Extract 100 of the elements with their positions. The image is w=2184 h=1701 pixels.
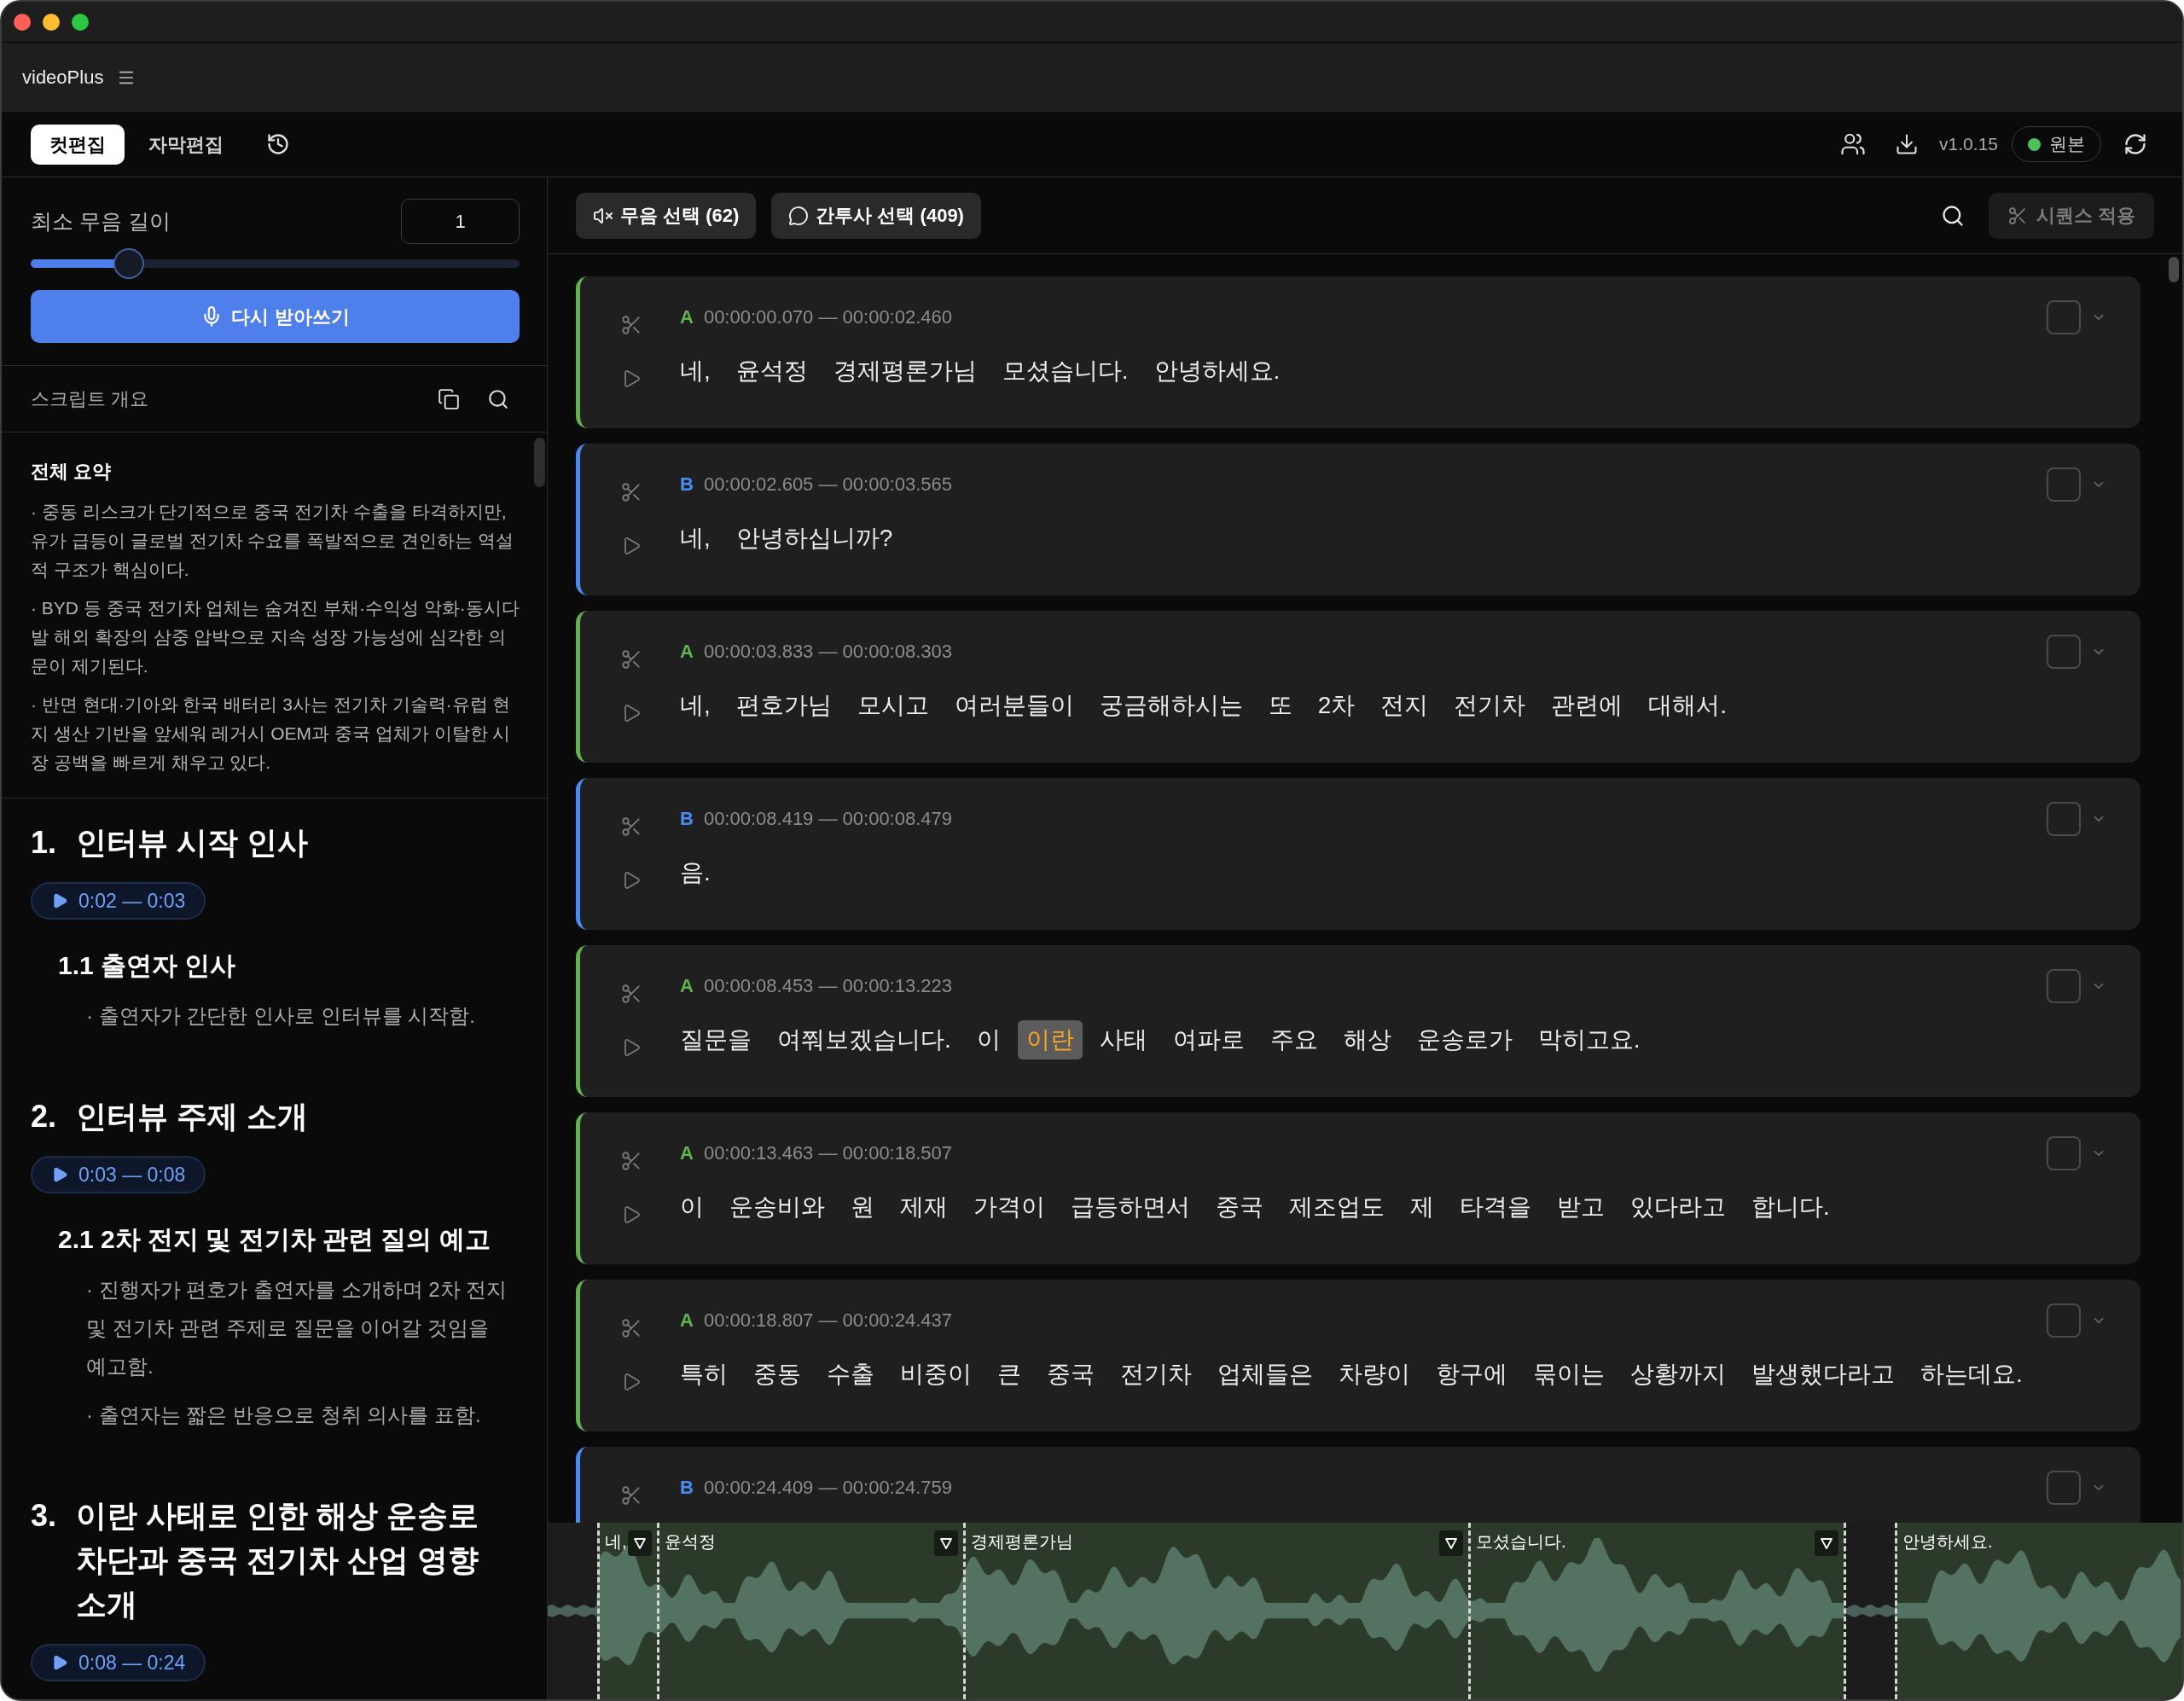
transcript-word[interactable]: 네,	[671, 686, 719, 725]
transcript-word[interactable]: 2차	[1309, 686, 1364, 725]
tab[interactable]: 컷편집	[31, 124, 125, 165]
transcript-word[interactable]: 수출	[818, 1355, 883, 1394]
transcript-word[interactable]: 모셨습니다.	[993, 351, 1137, 391]
row-checkbox[interactable]	[2047, 802, 2081, 836]
tab[interactable]: 자막편집	[130, 124, 242, 165]
scissors-icon[interactable]	[620, 648, 642, 671]
transcript-card[interactable]: B 00:00:08.419 — 00:00:08.479 음.	[576, 778, 2140, 930]
slider-thumb[interactable]	[113, 248, 144, 279]
transcript-card[interactable]: A 00:00:18.807 — 00:00:24.437 특히 중동 수출 비중이 큰 중국 전기차 업체들은 차량이 항구에 묶이는 상황까지 발생했다라고 하는데요.	[576, 1280, 2140, 1431]
transcript-word[interactable]: 묶이는	[1525, 1355, 1613, 1394]
transcript-word[interactable]: 비중이	[892, 1355, 980, 1394]
transcript-word[interactable]: 이	[671, 1187, 712, 1227]
transcript-card[interactable]: B 00:00:02.605 — 00:00:03.565 네, 안녕하십니까?	[576, 444, 2140, 595]
transcript-word[interactable]: 전지	[1372, 686, 1438, 725]
scissors-icon[interactable]	[620, 1317, 642, 1339]
transcript-card[interactable]: B 00:00:24.409 — 00:00:24.759	[576, 1447, 2140, 1523]
transcript-word[interactable]: 궁금해하시는	[1090, 686, 1252, 725]
transcript-card[interactable]: A 00:00:03.833 — 00:00:08.303 네, 편호가님 모시고 여러분들이 궁금해하시는 또 2차 전지 전기차 관련에 대해서.	[576, 611, 2140, 763]
transcript-word[interactable]: 업체들은	[1209, 1355, 1321, 1394]
transcript-word[interactable]: 발생했다라고	[1743, 1355, 1903, 1394]
speech-segment[interactable]	[597, 1523, 657, 1699]
transcript-card[interactable]: A 00:00:00.070 — 00:00:02.460 네, 윤석정 경제평론가님 모셨습니다. 안녕하세요.	[576, 276, 2140, 428]
triangle-down-icon[interactable]	[1815, 1530, 1838, 1556]
transcript-word[interactable]: 합니다.	[1743, 1187, 1838, 1227]
transcript-word[interactable]: 네,	[671, 519, 719, 558]
scissors-icon[interactable]	[620, 314, 642, 336]
transcript-word[interactable]: 편호가님	[727, 686, 840, 725]
download-icon[interactable]	[1895, 132, 1920, 156]
window-close-button[interactable]	[14, 13, 31, 31]
transcript-word[interactable]: 큰	[989, 1355, 1030, 1394]
transcript-word[interactable]: 윤석정	[727, 351, 816, 391]
filter-button[interactable]: 간투사 선택 (409)	[771, 192, 981, 239]
copy-icon[interactable]	[438, 387, 460, 410]
transcript-word[interactable]: 여파로	[1164, 1020, 1253, 1059]
refresh-icon[interactable]	[2123, 132, 2147, 156]
transcript-word[interactable]: 전기차	[1112, 1355, 1200, 1394]
transcript-word[interactable]: 운송로가	[1408, 1020, 1521, 1059]
transcript-word[interactable]: 음.	[671, 853, 719, 892]
row-checkbox[interactable]	[2047, 1303, 2081, 1338]
silence-segment[interactable]	[1844, 1523, 1895, 1699]
row-checkbox[interactable]	[2047, 467, 2081, 502]
silence-length-slider[interactable]	[31, 248, 520, 279]
transcript-word[interactable]: 차량이	[1330, 1355, 1419, 1394]
transcript-word[interactable]: 이	[967, 1020, 1009, 1059]
transcript-word[interactable]: 여러분들이	[945, 686, 1083, 725]
transcript-word[interactable]: 또	[1259, 686, 1301, 725]
transcript-word[interactable]: 제재	[892, 1187, 956, 1227]
scrollbar-thumb[interactable]	[2169, 257, 2179, 282]
scissors-icon[interactable]	[620, 1484, 642, 1507]
transcript-word[interactable]: 대해서.	[1640, 686, 1736, 725]
transcript-word[interactable]: 있다라고	[1622, 1187, 1734, 1227]
transcript-word[interactable]: 주요	[1261, 1020, 1327, 1059]
row-checkbox[interactable]	[2047, 300, 2081, 334]
transcript-word[interactable]: 안녕하십니까?	[727, 519, 902, 558]
transcript-word[interactable]: 사태	[1090, 1020, 1156, 1059]
scissors-icon[interactable]	[620, 1150, 642, 1172]
transcript-word[interactable]: 중국	[1038, 1355, 1103, 1394]
window-minimize-button[interactable]	[43, 13, 60, 31]
triangle-down-icon[interactable]	[1439, 1530, 1463, 1556]
transcript-word[interactable]: 운송비와	[721, 1187, 834, 1227]
transcript-word[interactable]: 받고	[1548, 1187, 1613, 1227]
transcript-word[interactable]: 가격이	[965, 1187, 1054, 1227]
triangle-down-icon[interactable]	[934, 1530, 958, 1556]
transcript-word[interactable]: 중국	[1207, 1187, 1272, 1227]
transcript-word[interactable]: 모시고	[848, 686, 938, 725]
time-range-button[interactable]: 0:02 — 0:03	[31, 882, 206, 920]
window-maximize-button[interactable]	[72, 13, 89, 31]
transcript-word[interactable]: 원	[842, 1187, 883, 1227]
row-checkbox[interactable]	[2047, 969, 2081, 1003]
transcript-word[interactable]: 여쭤보겠습니다.	[769, 1020, 960, 1059]
transcript-word[interactable]: 제	[1402, 1187, 1443, 1227]
transcript-word[interactable]: 상황까지	[1622, 1355, 1734, 1394]
transcript-word[interactable]: 해상	[1334, 1020, 1400, 1059]
transcript-word[interactable]: 급등하면서	[1062, 1187, 1199, 1227]
time-range-button[interactable]: 0:08 — 0:24	[31, 1644, 206, 1681]
row-checkbox[interactable]	[2047, 635, 2081, 669]
time-range-button[interactable]: 0:03 — 0:08	[31, 1156, 206, 1193]
scissors-icon[interactable]	[620, 481, 642, 503]
transcript-word[interactable]: 타격을	[1451, 1187, 1540, 1227]
history-icon[interactable]	[266, 132, 290, 156]
users-icon[interactable]	[1840, 131, 1867, 157]
scissors-icon[interactable]	[620, 983, 642, 1005]
scissors-icon[interactable]	[620, 816, 642, 838]
silence-length-input[interactable]: 1	[401, 199, 520, 244]
scrollbar-thumb[interactable]	[534, 438, 545, 487]
transcript-word[interactable]: 특히	[671, 1355, 736, 1394]
retranscribe-button[interactable]: 다시 받아쓰기	[31, 290, 520, 343]
transcript-word[interactable]: 항구에	[1427, 1355, 1516, 1394]
transcript-card[interactable]: A 00:00:08.453 — 00:00:13.223 질문을 여쭤보겠습니다. 이 이란 사태 여파로 주요 해상 운송로가 막히고요.	[576, 945, 2140, 1097]
transcript-word[interactable]: 중동	[745, 1355, 810, 1394]
transcript-word[interactable]: 질문을	[671, 1020, 760, 1059]
transcript-word[interactable]: 경제평론가님	[824, 351, 985, 391]
transcript-word[interactable]: 전기차	[1445, 686, 1535, 725]
transcript-word[interactable]: 하는데요.	[1912, 1355, 2031, 1394]
transcript-card[interactable]: A 00:00:13.463 — 00:00:18.507 이 운송비와 원 제재 가격이 급등하면서 중국 제조업도 제 타격을 받고 있다라고 합니다.	[576, 1112, 2140, 1264]
transcript-word[interactable]: 막히고요.	[1529, 1020, 1649, 1059]
search-icon[interactable]	[1940, 203, 1965, 228]
transcript-word[interactable]: 안녕하세요.	[1145, 351, 1289, 391]
